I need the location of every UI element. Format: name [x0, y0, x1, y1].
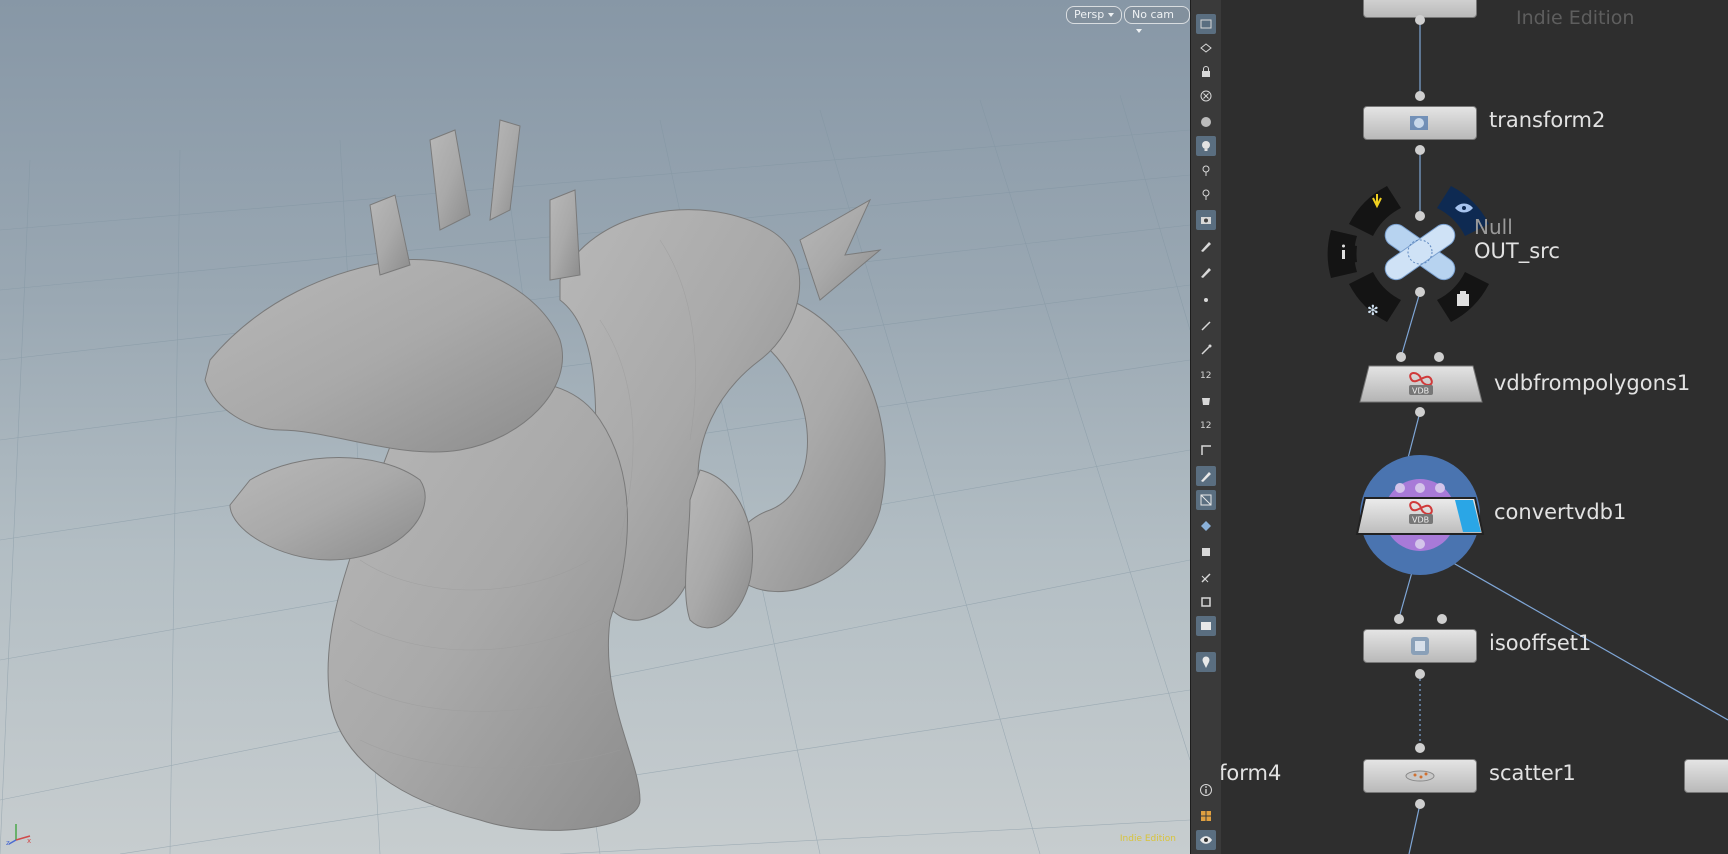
input-port[interactable] [1437, 614, 1447, 624]
isooffset-node-icon [1411, 637, 1429, 655]
output-port[interactable] [1415, 799, 1425, 809]
dragon-model[interactable] [0, 0, 1190, 854]
number-alt-icon[interactable]: 12 [1196, 414, 1216, 434]
camera-menu-label: Persp [1074, 8, 1105, 21]
node-label-out-src: OUT_src [1474, 239, 1560, 263]
input-port[interactable] [1394, 614, 1404, 624]
draw-icon[interactable] [1196, 466, 1216, 486]
output-port[interactable] [1415, 287, 1425, 297]
freeze-icon[interactable]: ✻ [1367, 303, 1379, 319]
node-label-transform2: transform2 [1489, 108, 1606, 132]
eye-icon[interactable] [1196, 830, 1216, 850]
grid-layout-icon[interactable] [1196, 806, 1216, 826]
node-label-convertvdb1: convertvdb1 [1494, 500, 1627, 524]
pin-icon[interactable] [1196, 568, 1216, 588]
toolbar-select-icon[interactable] [1196, 14, 1216, 34]
scene-viewport[interactable]: Persp No cam x z Indie Edition [0, 0, 1190, 854]
svg-text:VDB: VDB [1412, 387, 1429, 396]
output-port[interactable] [1415, 407, 1425, 417]
point-icon[interactable] [1196, 290, 1216, 310]
shading-sphere-icon[interactable] [1196, 112, 1216, 132]
chevron-down-icon [1136, 29, 1142, 33]
corner-icon[interactable] [1196, 440, 1216, 460]
svg-text:z: z [6, 839, 10, 846]
node-isooffset1[interactable] [1363, 629, 1477, 663]
wireframe-icon[interactable] [1196, 490, 1216, 510]
node-label-form4: form4 [1221, 761, 1282, 785]
close-icon[interactable] [1196, 86, 1216, 106]
edge-icon[interactable] [1196, 316, 1216, 336]
null-node-icon[interactable] [1378, 220, 1462, 284]
svg-text:12: 12 [1200, 371, 1211, 381]
camera-menu[interactable]: Persp [1066, 6, 1123, 24]
input-port[interactable] [1396, 352, 1406, 362]
bucket-icon[interactable] [1196, 390, 1216, 410]
light-icon[interactable] [1196, 160, 1216, 180]
output-port[interactable] [1415, 15, 1425, 25]
output-port[interactable] [1415, 669, 1425, 679]
cam-menu[interactable]: No cam [1124, 6, 1190, 33]
svg-text:12: 12 [1200, 421, 1211, 431]
snapshot-icon[interactable] [1196, 616, 1216, 636]
input-port[interactable] [1415, 91, 1425, 101]
info-icon[interactable] [1196, 780, 1216, 800]
node-convertvdb1[interactable]: VDB [1355, 450, 1485, 580]
brush-alt-icon[interactable] [1196, 262, 1216, 282]
svg-text:x: x [27, 837, 31, 845]
display-toolbar: 12 12 [1190, 0, 1222, 854]
pen-icon[interactable] [1196, 340, 1216, 360]
stop-icon[interactable] [1196, 592, 1216, 612]
light-bulb-icon[interactable] [1196, 136, 1216, 156]
node-scatter1[interactable] [1363, 759, 1477, 793]
input-port[interactable] [1434, 352, 1444, 362]
light-alt-icon[interactable] [1196, 184, 1216, 204]
camera-icon[interactable] [1196, 210, 1216, 230]
node-type-null: Null [1474, 215, 1513, 239]
network-editor[interactable]: Indie Edition transform2 ✻ Null OUT_src … [1221, 0, 1728, 854]
transform-node-icon [1410, 116, 1428, 130]
info-icon[interactable] [1342, 244, 1345, 260]
node-label-isooffset1: isooffset1 [1489, 631, 1592, 655]
cam-menu-label: No cam [1132, 8, 1174, 21]
input-port[interactable] [1415, 743, 1425, 753]
node-vdbfrompolygons1[interactable]: VDB [1359, 365, 1483, 403]
chevron-down-icon [1108, 13, 1115, 17]
display-options-icon[interactable] [1196, 542, 1216, 562]
node-clipped-right[interactable] [1684, 759, 1728, 793]
diamond-icon[interactable] [1196, 516, 1216, 536]
brush-icon[interactable] [1196, 236, 1216, 256]
axis-gnomon-icon: x z [6, 818, 34, 847]
node-label-scatter1: scatter1 [1489, 761, 1576, 785]
indie-edition-watermark: Indie Edition [1516, 7, 1635, 29]
node-label-vdbfrompolygons1: vdbfrompolygons1 [1494, 371, 1691, 395]
svg-text:VDB: VDB [1412, 516, 1429, 525]
scatter-node-icon [1405, 770, 1435, 782]
toolbar-view-icon[interactable] [1196, 38, 1216, 58]
indie-edition-watermark: Indie Edition [1119, 834, 1176, 844]
location-pin-icon[interactable] [1196, 652, 1216, 672]
number-icon[interactable]: 12 [1196, 364, 1216, 384]
lock-icon[interactable] [1196, 62, 1216, 82]
node-transform2[interactable] [1363, 106, 1477, 140]
